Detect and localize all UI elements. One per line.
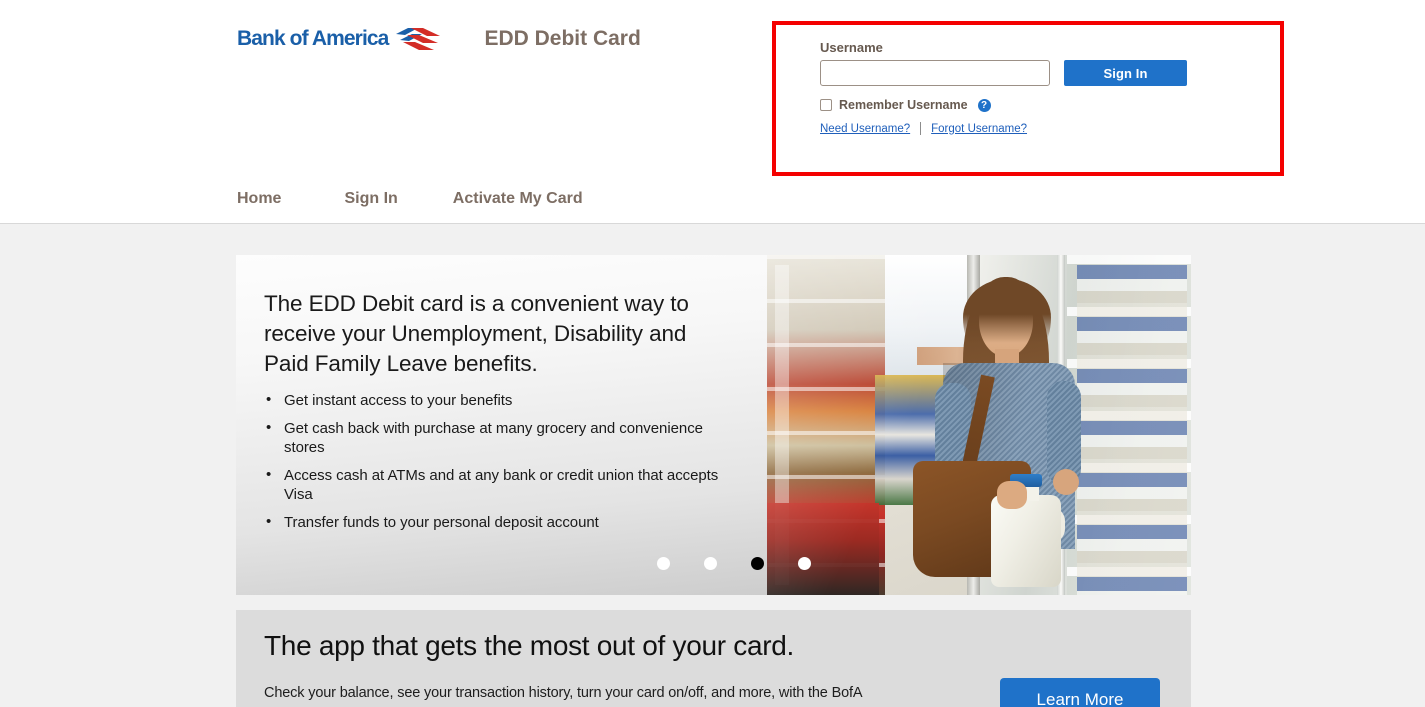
- carousel-dot-1[interactable]: [657, 557, 670, 570]
- nav-item-activate-my-card[interactable]: Activate My Card: [453, 190, 583, 208]
- hero-text-panel: The EDD Debit card is a convenient way t…: [236, 255, 767, 595]
- login-form: Username Sign In Remember Username ? Nee…: [820, 40, 1240, 135]
- carousel-dots: [657, 557, 811, 570]
- page-body: The EDD Debit card is a convenient way t…: [0, 224, 1425, 707]
- login-box: Username Sign In Remember Username ? Nee…: [772, 21, 1284, 176]
- hero-carousel: The EDD Debit card is a convenient way t…: [236, 255, 1191, 595]
- login-helper-links: Need Username? Forgot Username?: [820, 122, 1240, 135]
- app-promo-text: Check your balance, see your transaction…: [264, 685, 863, 701]
- remember-username-row: Remember Username ?: [820, 98, 1240, 112]
- app-promo-panel: The app that gets the most out of your c…: [236, 610, 1191, 707]
- site-title: EDD Debit Card: [484, 27, 641, 50]
- helper-link-divider: [920, 122, 922, 135]
- brand-row: Bank of America EDD Debit Card: [237, 26, 641, 52]
- list-item: Access cash at ATMs and at any bank or c…: [266, 465, 734, 505]
- nav-item-sign-in[interactable]: Sign In: [344, 190, 397, 208]
- bofa-wordmark: Bank of America: [237, 27, 389, 50]
- remember-username-checkbox[interactable]: [820, 99, 832, 111]
- credential-row: Sign In: [820, 60, 1240, 86]
- nav-item-home[interactable]: Home: [237, 190, 281, 208]
- list-item: Get cash back with purchase at many groc…: [266, 418, 734, 458]
- username-label: Username: [820, 40, 883, 55]
- app-promo-heading: The app that gets the most out of your c…: [264, 630, 794, 661]
- remember-username-label: Remember Username: [839, 98, 968, 112]
- bank-of-america-logo[interactable]: Bank of America: [237, 26, 442, 52]
- page-header: Bank of America EDD Debit Card Username …: [0, 0, 1425, 224]
- hero-heading: The EDD Debit card is a convenient way t…: [264, 291, 689, 376]
- forgot-username-link[interactable]: Forgot Username?: [931, 123, 1027, 135]
- sign-in-button[interactable]: Sign In: [1064, 60, 1187, 86]
- list-item: Get instant access to your benefits: [266, 390, 734, 411]
- question-mark-icon[interactable]: ?: [977, 98, 991, 112]
- list-item: Transfer funds to your personal deposit …: [266, 512, 734, 533]
- main-navigation: Home Sign In Activate My Card: [237, 190, 583, 208]
- username-input[interactable]: [820, 60, 1050, 86]
- carousel-dot-2[interactable]: [704, 557, 717, 570]
- learn-more-button[interactable]: Learn More: [1000, 678, 1160, 707]
- need-username-link[interactable]: Need Username?: [820, 123, 910, 135]
- carousel-dot-3[interactable]: [751, 557, 764, 570]
- bofa-flag-icon: [396, 28, 441, 50]
- hero-image: [767, 255, 1191, 595]
- hero-benefit-list: Get instant access to your benefits Get …: [264, 390, 734, 540]
- carousel-dot-4[interactable]: [798, 557, 811, 570]
